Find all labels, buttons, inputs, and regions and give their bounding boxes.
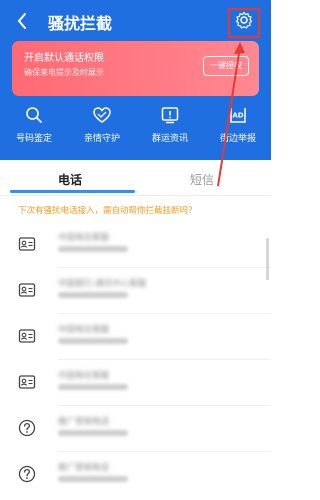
auto-block-prompt[interactable]: 下次有骚扰电话接入，需自动帮你拦截挂断吗？ <box>18 204 258 216</box>
caller-detail <box>58 430 128 436</box>
contact-card-icon <box>18 375 36 389</box>
quick-actions: 号码鉴定 亲情守护 群运资讯 AD 街边举报 <box>0 105 271 155</box>
caller-detail <box>58 476 128 482</box>
authorize-button[interactable]: 一键授权 <box>203 56 249 76</box>
caller-name: 推广营销电话 <box>58 417 110 427</box>
list-scrollbar[interactable] <box>266 238 269 280</box>
permission-banner: 开启默认通话权限 确保来电提示及时展示 一键授权 <box>12 41 259 96</box>
svg-text:AD: AD <box>232 112 243 120</box>
question-circle-icon <box>18 419 36 437</box>
question-circle-icon <box>18 465 36 483</box>
quick-action-label: 亲情守护 <box>83 134 120 144</box>
caller-detail <box>58 292 128 298</box>
contact-card-icon <box>18 237 36 251</box>
list-item[interactable]: 中国电信客服 <box>0 314 271 360</box>
search-icon <box>26 107 42 123</box>
banner-title: 开启默认通话权限 <box>24 53 104 64</box>
quick-action-number-check[interactable]: 号码鉴定 <box>0 105 68 155</box>
list-item[interactable]: 中国电信客服 <box>0 360 271 406</box>
caller-name: 中国电信客服 <box>58 233 110 243</box>
quick-action-family-guard[interactable]: 亲情守护 <box>68 105 136 155</box>
chevron-left-icon[interactable] <box>16 11 34 31</box>
caller-detail <box>58 246 128 252</box>
ad-report-icon: AD <box>230 108 246 123</box>
list-item[interactable]: 推广营销电话 <box>0 452 271 498</box>
contact-card-icon <box>18 283 36 297</box>
caller-name: 推广营销电话 <box>58 463 110 473</box>
quick-action-label: 街边举报 <box>219 134 256 144</box>
caller-name: 中国银行-通讯中心客服 <box>58 279 147 289</box>
list-item[interactable]: 中国电信客服 <box>0 222 271 268</box>
page-title: 骚扰拦截 <box>48 14 113 33</box>
quick-action-label: 号码鉴定 <box>15 134 52 144</box>
quick-action-label: 群运资讯 <box>151 134 188 144</box>
tab-indicator <box>10 190 135 193</box>
caller-name: 中国电信客服 <box>58 371 110 381</box>
quick-action-news[interactable]: 群运资讯 <box>136 105 204 155</box>
top-bar: 骚扰拦截 <box>0 0 271 44</box>
caller-detail <box>58 384 128 390</box>
banner-subtitle: 确保来电提示及时展示 <box>24 68 104 77</box>
caller-name: 中国电信客服 <box>58 325 110 335</box>
tab-phone[interactable]: 电话 <box>58 171 82 188</box>
tab-bar: 电话 短信 <box>0 160 271 196</box>
caller-detail <box>58 338 128 344</box>
heart-shield-icon <box>93 107 111 123</box>
settings-highlight-box <box>228 8 260 38</box>
quick-action-report[interactable]: AD 街边举报 <box>204 105 272 155</box>
tab-sms[interactable]: 短信 <box>190 171 214 188</box>
alert-card-icon <box>161 107 179 124</box>
list-item[interactable]: 推广营销电话 <box>0 406 271 452</box>
list-item[interactable]: 中国银行-通讯中心客服 <box>0 268 271 314</box>
contact-card-icon <box>18 329 36 343</box>
